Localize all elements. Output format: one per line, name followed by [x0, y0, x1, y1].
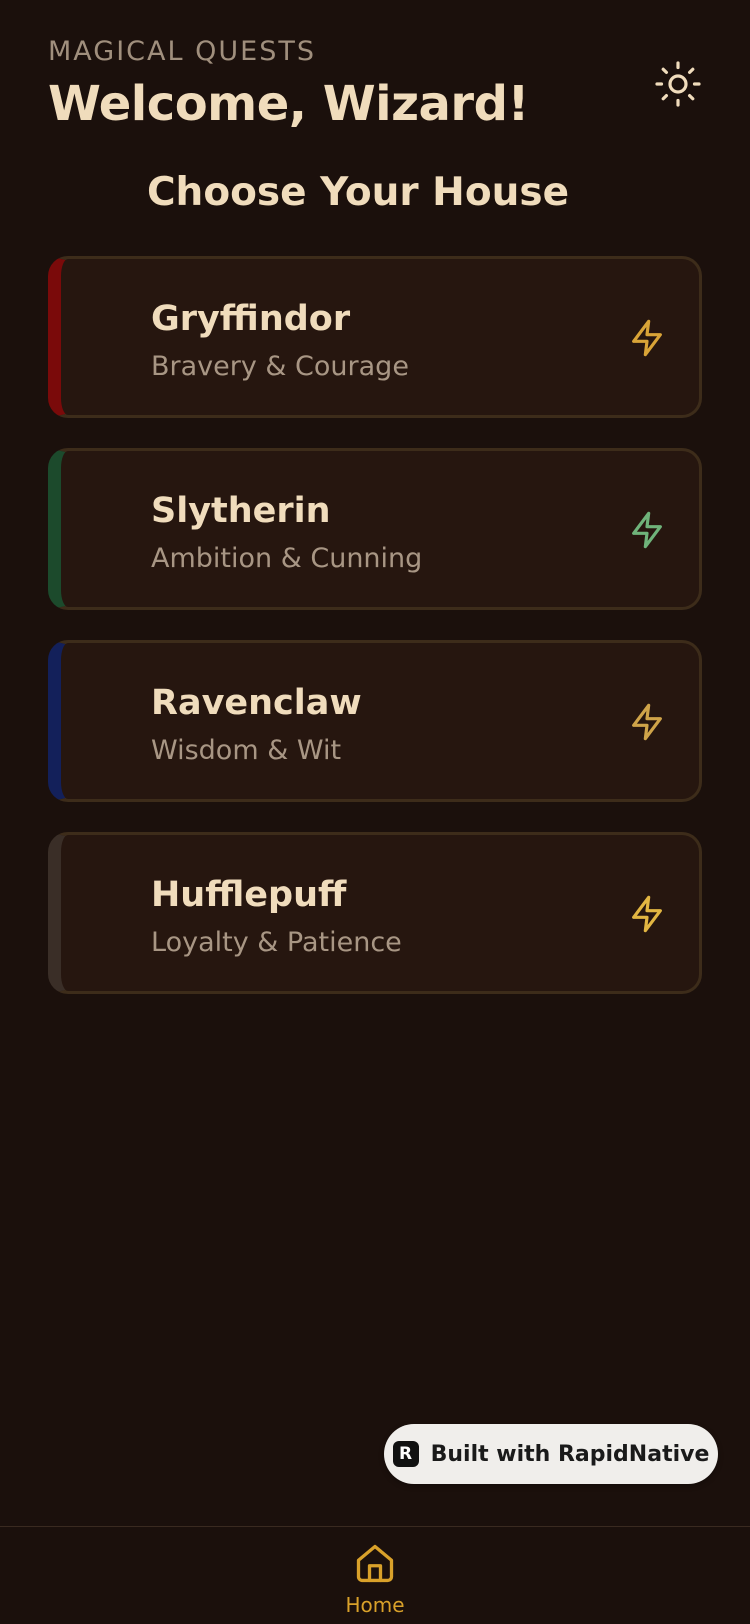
app-subtitle: MAGICAL QUESTS	[48, 36, 316, 67]
lightning-icon	[632, 319, 662, 357]
section-title: Choose Your House	[146, 170, 570, 215]
house-card-slytherin[interactable]: Slytherin Ambition & Cunning	[48, 448, 702, 610]
lightning-icon	[632, 703, 662, 741]
theme-toggle-button[interactable]	[654, 60, 702, 108]
badge-label: Built with RapidNative	[430, 1441, 710, 1467]
tab-home[interactable]: Home	[335, 1541, 415, 1624]
lightning-icon	[632, 511, 662, 549]
home-screen: MAGICAL QUESTS Welcome, Wizard! Choose Y…	[0, 0, 750, 1624]
house-name: Slytherin	[151, 491, 331, 531]
home-icon	[356, 1544, 394, 1583]
house-card-ravenclaw[interactable]: Ravenclaw Wisdom & Wit	[48, 640, 702, 802]
house-trait: Bravery & Courage	[151, 351, 409, 382]
rapidnative-logo-icon: R	[392, 1441, 419, 1467]
house-name: Gryffindor	[151, 299, 351, 339]
sun-icon	[655, 61, 701, 107]
house-trait: Wisdom & Wit	[151, 735, 342, 766]
house-trait: Loyalty & Patience	[151, 927, 402, 958]
house-trait: Ambition & Cunning	[151, 543, 423, 574]
tab-home-label: Home	[345, 1593, 405, 1617]
built-with-badge[interactable]: R Built with RapidNative	[384, 1424, 718, 1484]
page-title: Welcome, Wizard!	[48, 76, 529, 132]
house-card-gryffindor[interactable]: Gryffindor Bravery & Courage	[48, 256, 702, 418]
house-card-hufflepuff[interactable]: Hufflepuff Loyalty & Patience	[48, 832, 702, 994]
house-name: Hufflepuff	[151, 875, 347, 915]
house-name: Ravenclaw	[151, 683, 362, 723]
bottom-tab-bar: Home	[0, 1526, 750, 1624]
lightning-icon	[632, 895, 662, 933]
